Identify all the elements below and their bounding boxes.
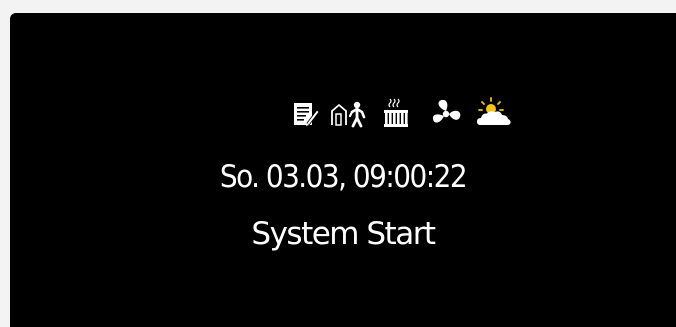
radiator-icon[interactable] bbox=[378, 95, 428, 131]
display-screen: So. 03.03, 09:00:22 System Start bbox=[10, 13, 676, 327]
fan-icon[interactable] bbox=[428, 95, 474, 131]
status-message: System Start bbox=[251, 216, 436, 252]
person-leaving-house-icon[interactable] bbox=[326, 95, 378, 131]
datetime-display: So. 03.03, 09:00:22 bbox=[219, 159, 468, 195]
sun-cloud-icon[interactable] bbox=[474, 95, 516, 131]
note-icon[interactable] bbox=[286, 95, 326, 131]
status-icon-bar bbox=[286, 89, 516, 137]
